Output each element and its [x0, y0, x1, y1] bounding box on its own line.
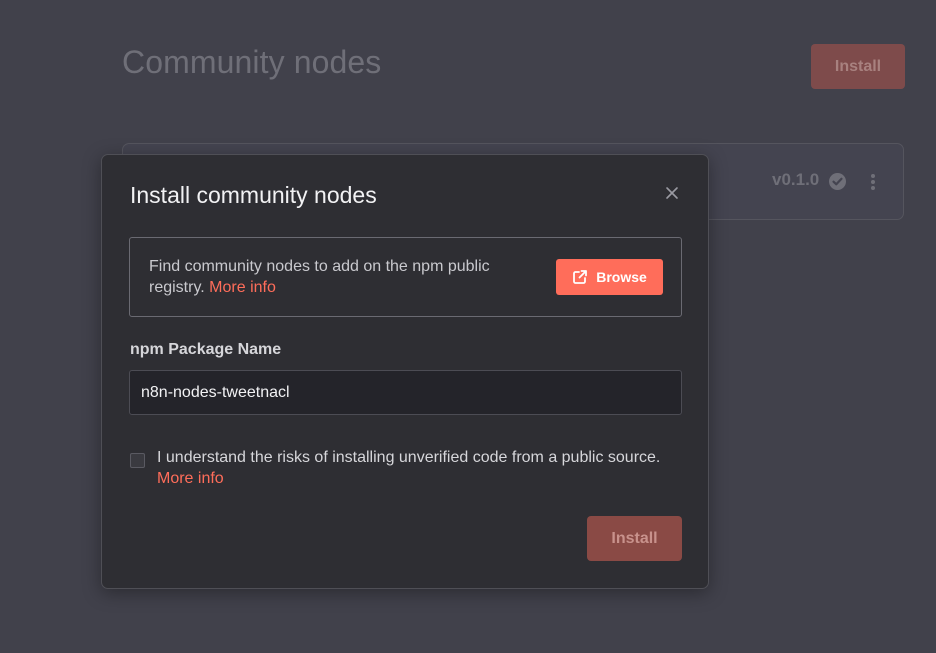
- risk-more-info-link[interactable]: More info: [157, 470, 224, 487]
- package-name-input[interactable]: [129, 370, 682, 415]
- package-name-label: npm Package Name: [130, 341, 282, 358]
- risk-checkbox-label[interactable]: I understand the risks of installing unv…: [157, 449, 660, 466]
- external-link-icon: [573, 270, 588, 284]
- page-install-button[interactable]: Install: [811, 44, 905, 89]
- browse-button[interactable]: Browse: [556, 259, 663, 295]
- info-text: Find community nodes to add on the npm p…: [149, 256, 529, 298]
- modal-title: Install community nodes: [130, 182, 377, 208]
- install-button[interactable]: Install: [587, 516, 682, 561]
- more-vertical-icon[interactable]: [871, 174, 875, 190]
- risk-checkbox-text: I understand the risks of installing unv…: [157, 447, 697, 489]
- info-more-info-link[interactable]: More info: [209, 279, 276, 296]
- risk-checkbox[interactable]: [130, 453, 145, 468]
- info-box: Find community nodes to add on the npm p…: [129, 237, 682, 317]
- install-modal: Install community nodes Find community n…: [101, 154, 709, 589]
- close-icon[interactable]: [662, 183, 682, 203]
- check-circle-icon: [829, 173, 846, 190]
- browse-label: Browse: [596, 269, 647, 285]
- package-version: v0.1.0: [772, 170, 820, 189]
- page-title: Community nodes: [122, 44, 382, 80]
- info-description: Find community nodes to add on the npm p…: [149, 258, 490, 296]
